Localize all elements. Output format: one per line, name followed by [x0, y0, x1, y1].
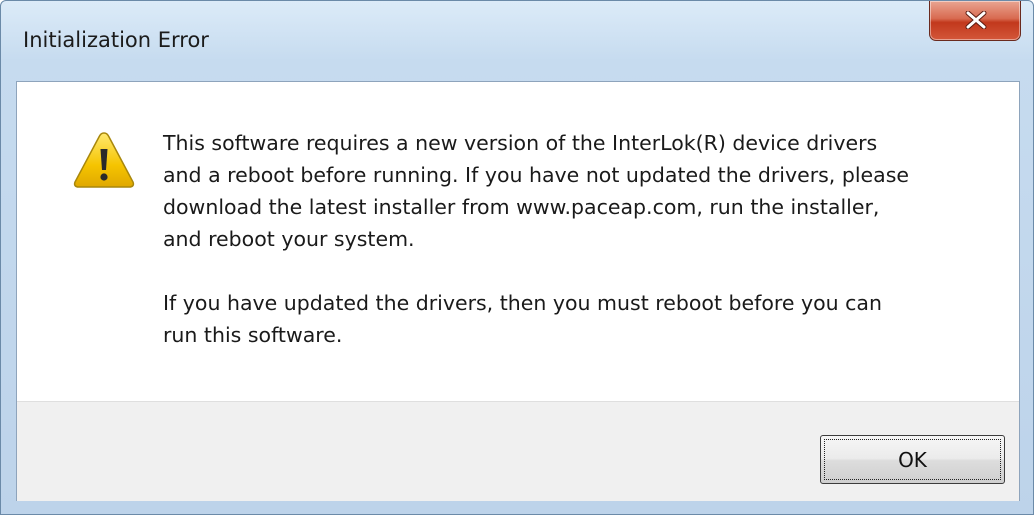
warning-icon: [73, 132, 135, 188]
message-text: This software requires a new version of …: [163, 127, 983, 351]
button-area: OK: [17, 401, 1019, 501]
dialog-window: Initialization Error This software requi…: [0, 0, 1034, 515]
title-bar[interactable]: Initialization Error: [1, 1, 1033, 81]
ok-button-label: OK: [824, 439, 1001, 480]
ok-button[interactable]: OK: [820, 435, 1005, 484]
message-paragraph-1: This software requires a new version of …: [163, 131, 910, 251]
close-button[interactable]: [929, 1, 1021, 41]
dialog-body: This software requires a new version of …: [16, 81, 1020, 501]
message-paragraph-2: If you have updated the drivers, then yo…: [163, 291, 882, 347]
close-x-icon: [965, 11, 987, 29]
window-title: Initialization Error: [23, 28, 209, 52]
